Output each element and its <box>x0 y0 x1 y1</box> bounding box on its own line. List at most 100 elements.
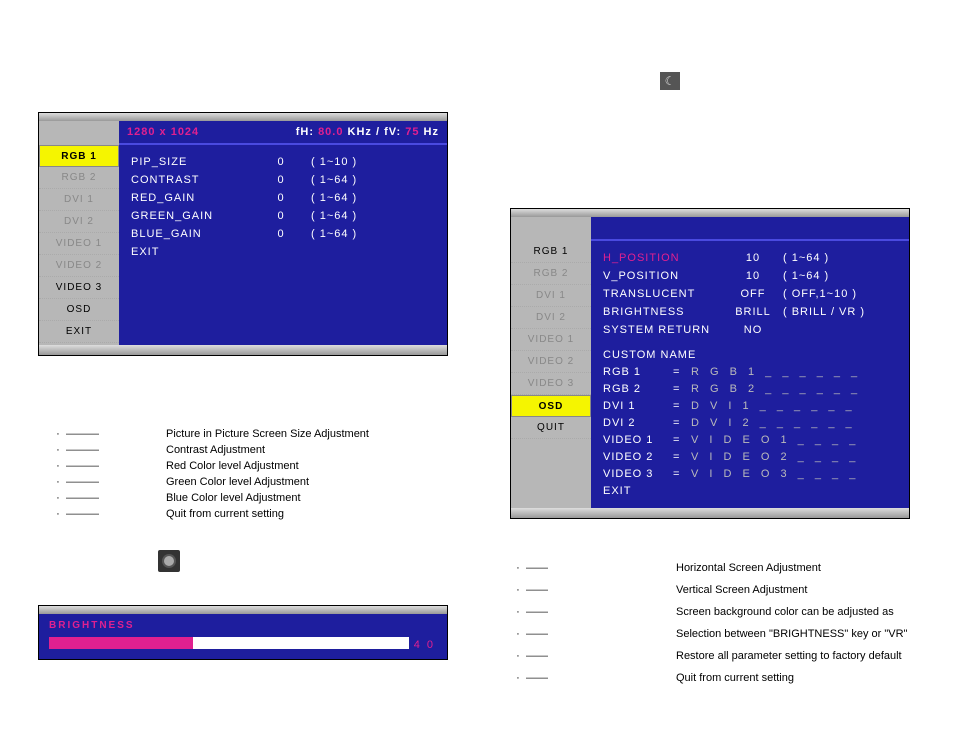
header-left-spacer <box>39 121 119 145</box>
description-text: Selection between "BRIGHTNESS" key or "V… <box>676 626 907 642</box>
custom-name-row[interactable]: VIDEO 1=V I D E O 1 _ _ _ _ <box>603 431 897 448</box>
custom-name-row[interactable]: VIDEO 3=V I D E O 3 _ _ _ _ <box>603 465 897 482</box>
sidebar-item-quit[interactable]: QUIT <box>511 417 591 439</box>
custom-name-value: V I D E O 3 _ _ _ _ <box>691 468 859 480</box>
param-label: CONTRAST <box>131 174 251 186</box>
bullet-icon: · <box>510 582 526 598</box>
bullet-icon: · <box>510 648 526 664</box>
bullet-icon: · <box>510 670 526 686</box>
custom-name-value: R G B 2 _ _ _ _ _ _ <box>691 383 861 395</box>
param-value: OFF <box>723 288 783 300</box>
custom-name-row[interactable]: DVI 1=D V I 1 _ _ _ _ _ _ <box>603 397 897 414</box>
sidebar-item-dvi-1[interactable]: DVI 1 <box>39 189 119 211</box>
param-label: EXIT <box>603 485 723 497</box>
param-label: TRANSLUCENT <box>603 288 723 300</box>
osd-panel-osd: RGB 1RGB 2DVI 1DVI 2VIDEO 1VIDEO 2VIDEO … <box>510 208 910 519</box>
brightness-fill <box>49 637 193 649</box>
joystick-icon <box>158 550 180 572</box>
sidebar-item-video-2[interactable]: VIDEO 2 <box>39 255 119 277</box>
sidebar-item-osd[interactable]: OSD <box>511 395 591 417</box>
sidebar-item-video-1[interactable]: VIDEO 1 <box>39 233 119 255</box>
param-value: 0 <box>251 192 311 204</box>
param-row[interactable]: TRANSLUCENTOFF( OFF,1~10 ) <box>603 285 897 303</box>
param-label: BLUE_GAIN <box>131 228 251 240</box>
param-row[interactable]: EXIT <box>131 243 435 261</box>
sidebar-item-rgb-1[interactable]: RGB 1 <box>511 241 591 263</box>
description-row: ·—— Screen background color can be adjus… <box>510 604 907 620</box>
bullet-icon: · <box>510 626 526 642</box>
custom-name-key: RGB 1 <box>603 366 673 378</box>
param-range: ( BRILL / VR ) <box>783 306 873 318</box>
sidebar-item-exit[interactable]: EXIT <box>39 321 119 343</box>
resolution-text: 1280 x 1024 <box>127 126 199 138</box>
osd-body: RGB 1RGB 2DVI 1DVI 2VIDEO 1VIDEO 2VIDEO … <box>511 241 909 508</box>
sidebar-item-dvi-2[interactable]: DVI 2 <box>39 211 119 233</box>
description-text: Blue Color level Adjustment <box>166 490 301 506</box>
sidebar-item-dvi-1[interactable]: DVI 1 <box>511 285 591 307</box>
param-label: BRIGHTNESS <box>603 306 723 318</box>
sidebar-item-rgb-1[interactable]: RGB 1 <box>39 145 119 167</box>
sidebar-item-rgb-2[interactable]: RGB 2 <box>39 167 119 189</box>
custom-name-row[interactable]: RGB 1=R G B 1 _ _ _ _ _ _ <box>603 363 897 380</box>
param-value: 0 <box>251 156 311 168</box>
sidebar-item-video-1[interactable]: VIDEO 1 <box>511 329 591 351</box>
dash-separator: ——— <box>66 442 166 458</box>
sidebar-item-video-2[interactable]: VIDEO 2 <box>511 351 591 373</box>
param-value: 0 <box>251 174 311 186</box>
equals-sign: = <box>673 434 691 446</box>
param-range: ( 1~64 ) <box>311 228 401 240</box>
header-info: 1280 x 1024 fH: 80.0 KHz / fV: 75 Hz <box>119 121 447 145</box>
sidebar-item-video-3[interactable]: VIDEO 3 <box>511 373 591 395</box>
dash-separator: —— <box>526 560 676 576</box>
brightness-track[interactable] <box>49 637 409 649</box>
description-text: Horizontal Screen Adjustment <box>676 560 821 576</box>
description-text: Red Color level Adjustment <box>166 458 299 474</box>
description-row: ·——— Red Color level Adjustment <box>50 458 369 474</box>
equals-sign: = <box>673 417 691 429</box>
description-list-osd: ·—— Horizontal Screen Adjustment·—— Vert… <box>510 560 907 692</box>
param-range: ( 1~64 ) <box>311 174 401 186</box>
bullet-icon: · <box>510 604 526 620</box>
equals-sign: = <box>673 451 691 463</box>
param-value: 0 <box>251 210 311 222</box>
custom-name-value: D V I 1 _ _ _ _ _ _ <box>691 400 856 412</box>
param-row[interactable]: CONTRAST0( 1~64 ) <box>131 171 435 189</box>
param-row[interactable]: GREEN_GAIN0( 1~64 ) <box>131 207 435 225</box>
sidebar-item-dvi-2[interactable]: DVI 2 <box>511 307 591 329</box>
sidebar-item-rgb-2[interactable]: RGB 2 <box>511 263 591 285</box>
custom-name-row[interactable]: RGB 2=R G B 2 _ _ _ _ _ _ <box>603 380 897 397</box>
custom-name-row[interactable]: VIDEO 2=V I D E O 2 _ _ _ _ <box>603 448 897 465</box>
custom-name-row[interactable]: DVI 2=D V I 2 _ _ _ _ _ _ <box>603 414 897 431</box>
param-row[interactable]: V_POSITION10( 1~64 ) <box>603 267 897 285</box>
header-left-spacer <box>511 217 591 241</box>
osd-header <box>511 217 909 241</box>
param-row[interactable]: BLUE_GAIN0( 1~64 ) <box>131 225 435 243</box>
panel-footer-strip <box>39 345 447 355</box>
param-row[interactable]: SYSTEM RETURNNO <box>603 321 897 339</box>
dash-separator: ——— <box>66 474 166 490</box>
description-text: Picture in Picture Screen Size Adjustmen… <box>166 426 369 442</box>
sidebar-item-osd[interactable]: OSD <box>39 299 119 321</box>
param-row[interactable]: BRIGHTNESSBRILL( BRILL / VR ) <box>603 303 897 321</box>
dash-separator: —— <box>526 604 676 620</box>
custom-name-key: VIDEO 1 <box>603 434 673 446</box>
param-row[interactable]: RED_GAIN0( 1~64 ) <box>131 189 435 207</box>
panel-top-strip <box>511 209 909 217</box>
frequency-text: fH: 80.0 KHz / fV: 75 Hz <box>296 126 439 138</box>
exit-row[interactable]: EXIT <box>603 482 897 500</box>
param-label: GREEN_GAIN <box>131 210 251 222</box>
bullet-icon: · <box>50 474 66 490</box>
bullet-icon: · <box>510 560 526 576</box>
param-row[interactable]: H_POSITION10( 1~64 ) <box>603 249 897 267</box>
custom-name-value: V I D E O 1 _ _ _ _ <box>691 434 859 446</box>
description-text: Contrast Adjustment <box>166 442 265 458</box>
sidebar-item-video-3[interactable]: VIDEO 3 <box>39 277 119 299</box>
description-row: ·—— Horizontal Screen Adjustment <box>510 560 907 576</box>
custom-name-key: VIDEO 3 <box>603 468 673 480</box>
param-row[interactable]: PIP_SIZE0( 1~10 ) <box>131 153 435 171</box>
description-text: Vertical Screen Adjustment <box>676 582 807 598</box>
equals-sign: = <box>673 468 691 480</box>
dash-separator: —— <box>526 582 676 598</box>
bullet-icon: · <box>50 490 66 506</box>
custom-name-key: DVI 2 <box>603 417 673 429</box>
